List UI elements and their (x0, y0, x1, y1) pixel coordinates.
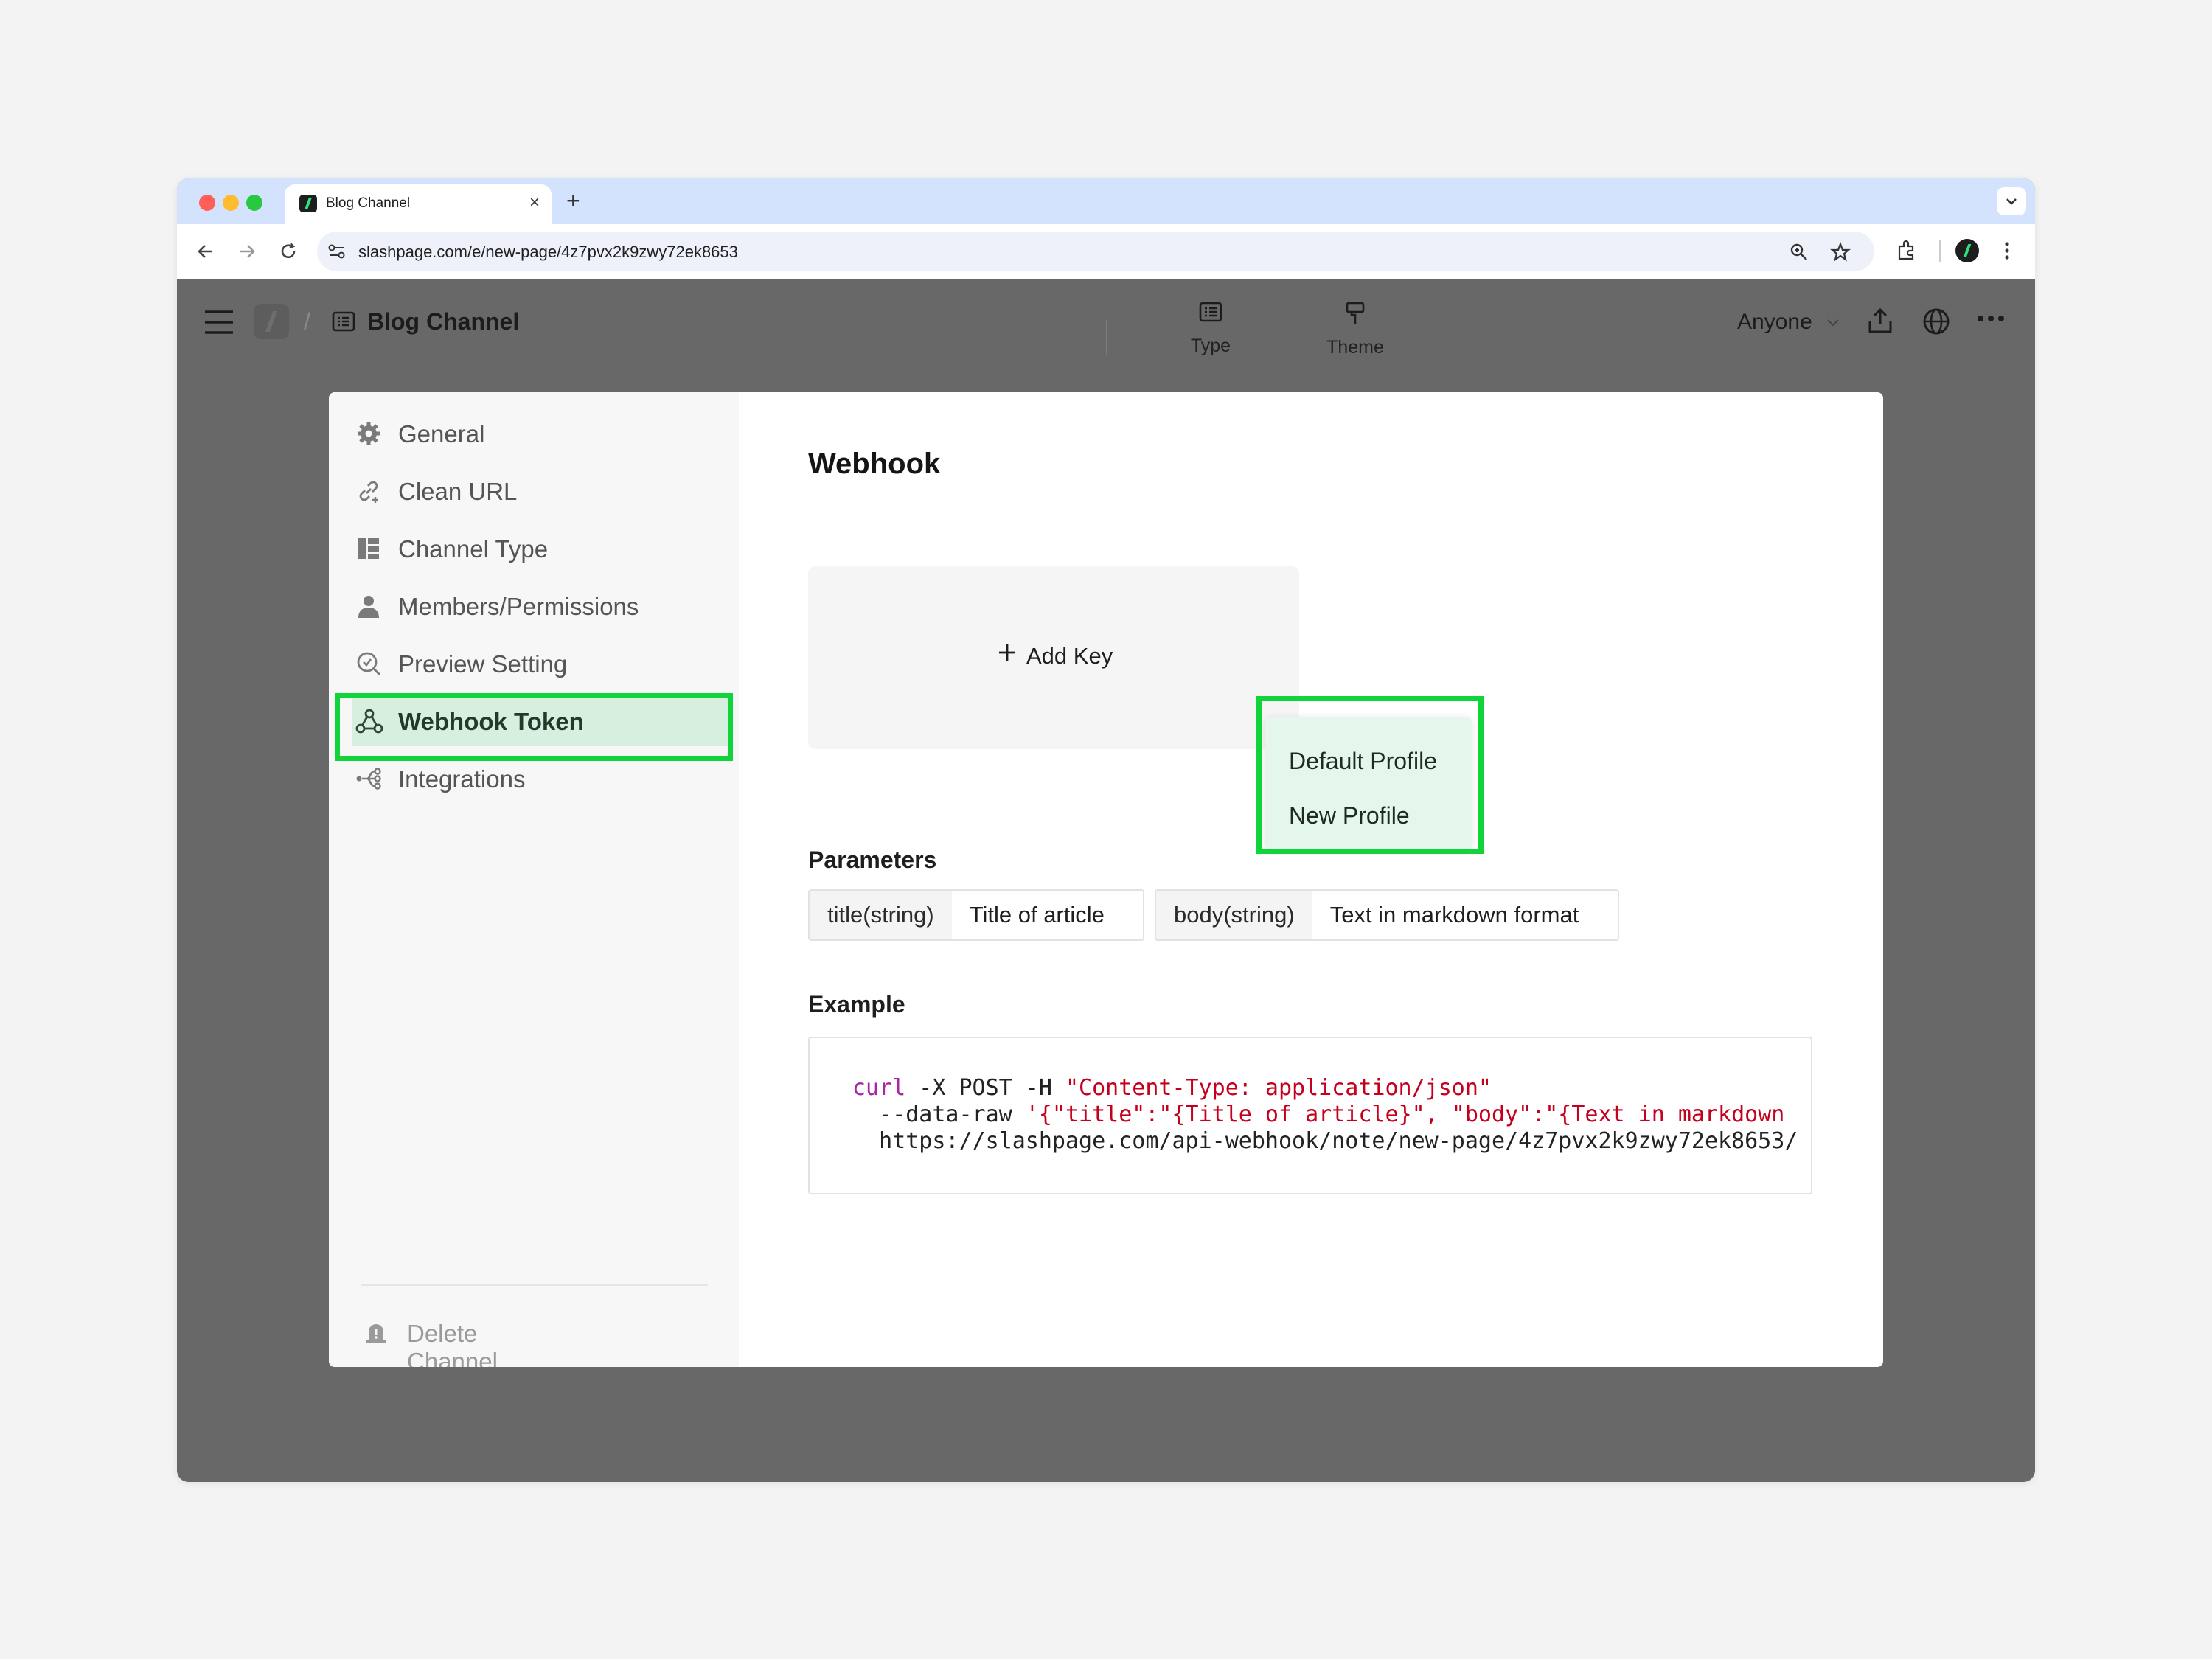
toolbar-divider (1939, 240, 1941, 262)
site-settings-icon[interactable] (327, 243, 347, 260)
channel-title[interactable]: Blog Channel (367, 308, 519, 335)
slashpage-favicon-icon (299, 195, 317, 212)
sidebar-item-label: Members/Permissions (398, 593, 639, 620)
sidebar-item-label: Clean URL (398, 478, 518, 505)
tab-title: Blog Channel (326, 195, 411, 211)
parameter-title: title(string) Title of article (808, 889, 1144, 941)
close-window-button[interactable] (199, 195, 215, 211)
browser-tab[interactable]: Blog Channel × (285, 184, 552, 224)
parameters-heading: Parameters (808, 846, 937, 873)
channel-board-icon (332, 311, 355, 332)
profile-avatar-icon[interactable] (1955, 239, 1979, 262)
type-label: Type (1190, 335, 1231, 356)
sidebar-item-label: Channel Type (398, 535, 549, 563)
code-data-flag: --data-raw (852, 1102, 1026, 1127)
sidebar-item-label: Integrations (398, 765, 526, 793)
sidebar-item-members-permissions[interactable]: Members/Permissions (352, 580, 730, 631)
tab-search-button[interactable] (1997, 187, 2026, 215)
page-title: Webhook (808, 448, 941, 480)
back-arrow-icon[interactable] (193, 239, 218, 264)
sidebar-item-label: General (398, 420, 485, 448)
bookmark-star-icon[interactable] (1830, 242, 1851, 262)
add-key-button[interactable]: Add Key (808, 566, 1299, 749)
paint-roller-icon (1346, 302, 1365, 324)
parameter-value: Title of article (969, 902, 1105, 928)
sidebar-item-label: Preview Setting (398, 650, 568, 678)
minimize-window-button[interactable] (223, 195, 239, 211)
theme-button[interactable]: Theme (1318, 301, 1392, 358)
tab-close-icon[interactable]: × (529, 192, 540, 213)
alarm-bell-icon (366, 1324, 386, 1343)
parameter-body: body(string) Text in markdown format (1155, 889, 1619, 941)
header-divider (1106, 320, 1107, 355)
code-flags: -X POST -H (905, 1075, 1065, 1101)
share-upload-icon[interactable] (1865, 307, 1895, 336)
sidebar-item-preview-setting[interactable]: Preview Setting (352, 637, 730, 689)
person-icon (358, 596, 379, 618)
plus-icon (999, 644, 1015, 661)
sidebar-divider (361, 1284, 708, 1286)
settings-modal: General Clean URL Channel Type Members/P… (329, 392, 1883, 1367)
highlight-webhook-token (335, 693, 733, 761)
delete-channel-label: Delete Channel (407, 1320, 498, 1367)
example-heading: Example (808, 991, 905, 1018)
zoom-icon[interactable] (1789, 242, 1809, 262)
code-payload-string: '{"title":"{Title of article}", "body":"… (1025, 1102, 1785, 1127)
hamburger-menu-icon[interactable] (204, 310, 234, 335)
parameter-key: title(string) (810, 891, 952, 939)
extensions-icon[interactable] (1895, 239, 1919, 262)
maximize-window-button[interactable] (246, 195, 262, 211)
new-tab-icon[interactable]: + (566, 186, 580, 215)
type-board-icon (1199, 302, 1222, 322)
layout-icon (358, 538, 379, 559)
sidebar-item-general[interactable]: General (352, 407, 730, 459)
parameter-value: Text in markdown format (1329, 902, 1579, 928)
integrations-icon (356, 768, 381, 790)
sidebar-item-channel-type[interactable]: Channel Type (352, 522, 730, 574)
chevron-down-icon[interactable] (1826, 319, 1840, 327)
code-text: curl -X POST -H "Content-Type: applicati… (852, 1075, 1798, 1155)
address-bar[interactable]: slashpage.com/e/new-page/4z7pvx2k9zwy72e… (317, 232, 1874, 271)
code-header-string: "Content-Type: application/json" (1065, 1075, 1492, 1101)
code-command: curl (852, 1075, 906, 1101)
link-icon (359, 481, 378, 503)
tab-bar: Blog Channel × + (177, 178, 2035, 224)
more-options-icon[interactable] (1976, 314, 2006, 323)
chevron-down-icon (2006, 198, 2017, 205)
forward-arrow-icon[interactable] (234, 239, 260, 264)
url-text: slashpage.com/e/new-page/4z7pvx2k9zwy72e… (358, 243, 738, 261)
code-url: https://slashpage.com/api-webhook/note/n… (852, 1128, 1798, 1154)
type-button[interactable]: Type (1181, 301, 1240, 357)
parameter-key: body(string) (1156, 891, 1312, 939)
browser-menu-icon[interactable] (2003, 239, 2011, 262)
theme-label: Theme (1326, 337, 1384, 358)
settings-sidebar: General Clean URL Channel Type Members/P… (329, 392, 739, 1367)
add-key-label: Add Key (1026, 643, 1113, 669)
example-code-block[interactable]: curl -X POST -H "Content-Type: applicati… (808, 1037, 1812, 1194)
gear-icon (358, 422, 380, 445)
workspace-logo-icon[interactable] (254, 304, 289, 339)
preview-icon (357, 652, 381, 676)
highlight-profile-menu (1256, 696, 1484, 854)
breadcrumb-separator: / (304, 308, 310, 335)
sidebar-item-clean-url[interactable]: Clean URL (352, 465, 730, 516)
browser-toolbar: slashpage.com/e/new-page/4z7pvx2k9zwy72e… (177, 224, 2035, 279)
reload-icon[interactable] (276, 239, 301, 264)
audience-dropdown[interactable]: Anyone (1737, 310, 1812, 335)
globe-icon[interactable] (1921, 307, 1951, 336)
